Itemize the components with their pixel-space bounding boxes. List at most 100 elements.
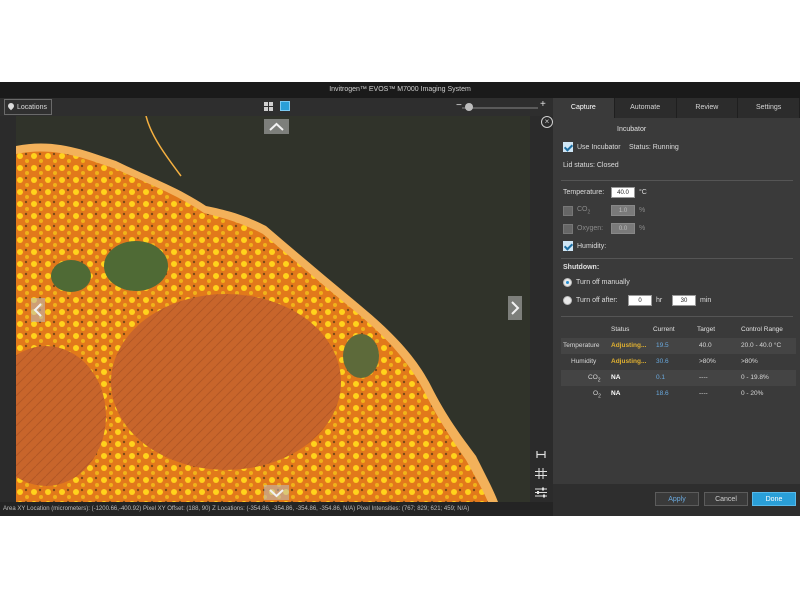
zoom-slider[interactable] bbox=[462, 107, 538, 109]
header-target: Target bbox=[697, 326, 716, 333]
lid-status-text: Lid status: Closed bbox=[563, 162, 619, 169]
panel-footer: Apply Cancel Done bbox=[553, 484, 800, 516]
turn-off-after-radio[interactable] bbox=[563, 296, 572, 305]
cancel-button[interactable]: Cancel bbox=[704, 492, 748, 506]
row-current: 30.6 bbox=[656, 358, 669, 365]
table-row: CO2 NA 0.1 ---- 0 - 19.8% bbox=[561, 370, 796, 386]
locations-label: Locations bbox=[17, 103, 47, 111]
row-status: NA bbox=[611, 390, 621, 397]
nav-up-arrow-icon[interactable] bbox=[264, 119, 289, 134]
temperature-input[interactable]: 40.0 bbox=[611, 187, 635, 198]
tab-review[interactable]: Review bbox=[677, 98, 739, 118]
oxygen-input[interactable]: 0.0 bbox=[611, 223, 635, 234]
grid-view-icon[interactable] bbox=[264, 102, 273, 111]
apply-button[interactable]: Apply bbox=[655, 492, 699, 506]
lid-status: Lid status: Closed bbox=[563, 162, 619, 169]
use-incubator-row[interactable]: Use Incubator bbox=[563, 142, 621, 152]
zoom-out-button[interactable]: − bbox=[456, 100, 462, 112]
divider bbox=[561, 180, 793, 181]
minutes-unit: min bbox=[700, 297, 712, 304]
co2-unit: % bbox=[639, 207, 646, 214]
turn-off-manually-label: Turn off manually bbox=[576, 279, 630, 286]
header-current: Current bbox=[653, 326, 675, 333]
co2-checkbox[interactable] bbox=[563, 205, 573, 216]
nav-left-arrow-icon[interactable] bbox=[31, 298, 45, 322]
row-name: Temperature bbox=[563, 342, 600, 349]
row-range: >80% bbox=[741, 358, 758, 365]
co2-input[interactable]: 1.0 bbox=[611, 205, 635, 216]
zoom-in-button[interactable]: + bbox=[540, 99, 546, 111]
header-status: Status bbox=[611, 326, 630, 333]
grid-overlay-icon[interactable] bbox=[534, 467, 548, 480]
window-title: Invitrogen™ EVOS™ M7000 Imaging System bbox=[0, 82, 800, 98]
row-target: 40.0 bbox=[699, 342, 712, 349]
shutdown-hours-input[interactable]: 0 bbox=[628, 295, 652, 306]
viewer-toolbar: Locations − + bbox=[0, 98, 553, 116]
tab-settings[interactable]: Settings bbox=[738, 98, 800, 118]
divider bbox=[561, 258, 793, 259]
row-range: 20.0 - 40.0 °C bbox=[741, 342, 782, 349]
panel-tabs: Capture Automate Review Settings bbox=[553, 98, 800, 118]
oxygen-checkbox[interactable] bbox=[563, 223, 573, 234]
row-target: ---- bbox=[699, 390, 708, 397]
row-status: Adjusting... bbox=[611, 358, 647, 365]
oxygen-label: Oxygen: bbox=[577, 225, 604, 232]
row-current: 18.6 bbox=[656, 390, 669, 397]
turn-off-manually-radio[interactable] bbox=[563, 278, 572, 287]
use-incubator-checkbox[interactable] bbox=[563, 142, 573, 152]
turn-off-after-label: Turn off after: bbox=[576, 297, 618, 304]
row-name: Humidity bbox=[571, 358, 597, 365]
hours-unit: hr bbox=[656, 297, 663, 304]
table-header: Status Current Target Control Range bbox=[561, 322, 796, 338]
table-row: O2 NA 18.6 ---- 0 - 20% bbox=[561, 386, 796, 402]
incubator-title: Incubator bbox=[617, 126, 647, 133]
incubator-status-text: Status: Running bbox=[629, 144, 679, 151]
row-range: 0 - 20% bbox=[741, 390, 764, 397]
temperature-unit: °C bbox=[639, 189, 647, 196]
measure-icon[interactable] bbox=[534, 448, 548, 461]
locations-button[interactable]: Locations bbox=[4, 99, 52, 115]
turn-off-after-row: Turn off after: 0 hr 30 min bbox=[563, 295, 711, 306]
humidity-label: Humidity: bbox=[577, 242, 607, 250]
shutdown-title: Shutdown: bbox=[563, 264, 600, 271]
header-control-range: Control Range bbox=[741, 326, 783, 333]
temperature-row: Temperature: 40.0 °C bbox=[563, 187, 647, 198]
turn-off-manually-row[interactable]: Turn off manually bbox=[563, 278, 630, 287]
oxygen-unit: % bbox=[639, 225, 646, 232]
oxygen-row: Oxygen: 0.0 % bbox=[563, 223, 645, 234]
humidity-row[interactable]: Humidity: bbox=[563, 241, 606, 251]
tab-capture[interactable]: Capture bbox=[553, 98, 615, 118]
single-view-icon[interactable] bbox=[280, 101, 290, 111]
row-target: >80% bbox=[699, 358, 716, 365]
zoom-slider-thumb[interactable] bbox=[465, 103, 474, 111]
row-status: Adjusting... bbox=[611, 342, 647, 349]
tissue-fluorescence-image bbox=[16, 116, 530, 502]
row-name: O2 bbox=[593, 390, 601, 400]
row-current: 19.5 bbox=[656, 342, 669, 349]
close-icon[interactable]: × bbox=[541, 116, 553, 128]
co2-label: CO2 bbox=[577, 205, 591, 216]
app-window: Invitrogen™ EVOS™ M7000 Imaging System L… bbox=[0, 82, 800, 516]
nav-down-arrow-icon[interactable] bbox=[264, 485, 289, 500]
adjust-sliders-icon[interactable] bbox=[534, 486, 548, 499]
use-incubator-label: Use Incubator bbox=[577, 143, 621, 151]
divider bbox=[561, 316, 793, 317]
done-button[interactable]: Done bbox=[752, 492, 796, 506]
nav-right-arrow-icon[interactable] bbox=[508, 296, 522, 320]
tab-automate[interactable]: Automate bbox=[615, 98, 677, 118]
row-range: 0 - 19.8% bbox=[741, 374, 769, 381]
microscope-image-view[interactable] bbox=[16, 116, 530, 502]
shutdown-minutes-input[interactable]: 30 bbox=[672, 295, 696, 306]
incubator-panel: Capture Automate Review Settings Incubat… bbox=[553, 98, 800, 516]
location-pin-icon bbox=[8, 103, 14, 111]
row-status: NA bbox=[611, 374, 621, 381]
status-bar: Area XY Location (micrometers): (-1200.6… bbox=[0, 502, 556, 516]
co2-row: CO2 1.0 % bbox=[563, 205, 645, 216]
row-target: ---- bbox=[699, 374, 708, 381]
table-row: Temperature Adjusting... 19.5 40.0 20.0 … bbox=[561, 338, 796, 354]
row-current: 0.1 bbox=[656, 374, 666, 381]
temperature-label: Temperature: bbox=[563, 189, 605, 196]
humidity-checkbox[interactable] bbox=[563, 241, 573, 251]
incubator-status: Status: Running bbox=[629, 144, 679, 151]
incubator-status-table: Status Current Target Control Range Temp… bbox=[561, 322, 796, 402]
